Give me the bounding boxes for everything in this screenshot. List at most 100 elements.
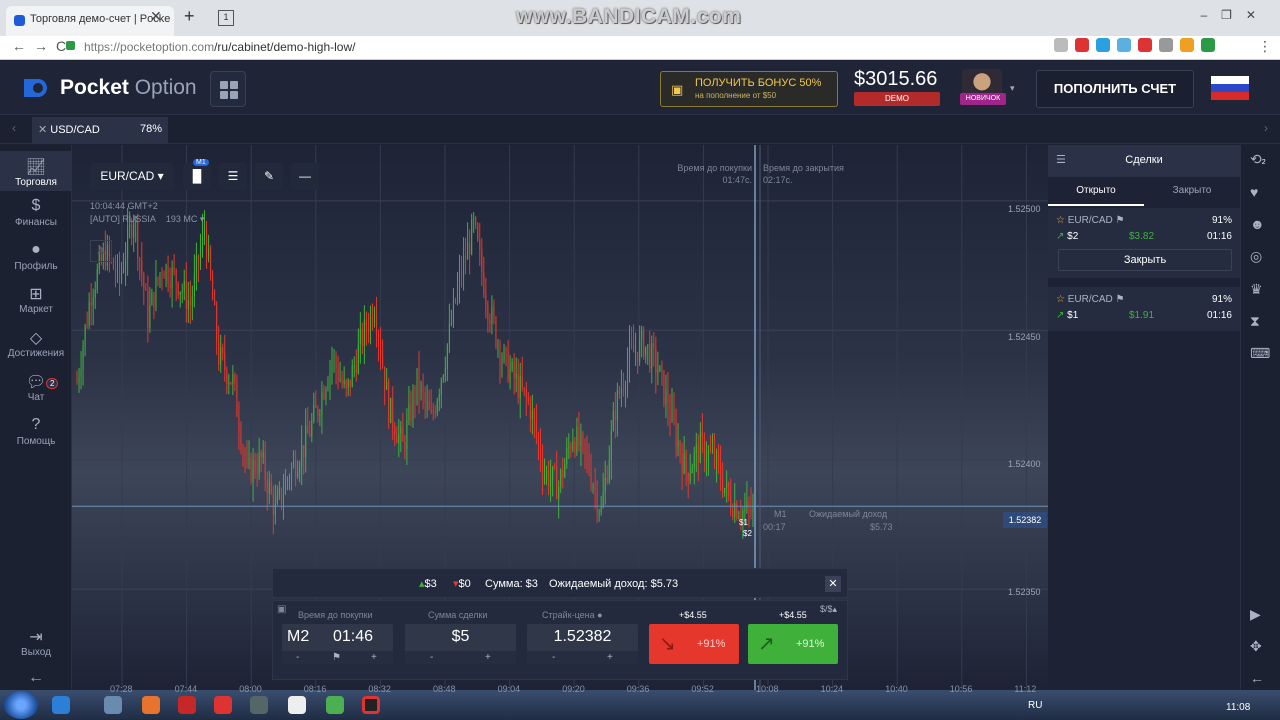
new-tab-icon[interactable]: + xyxy=(184,6,195,27)
sidebar-item-achievements[interactable]: ◇ Достижения xyxy=(0,328,72,359)
candle-body xyxy=(489,319,491,324)
ext-off-icon[interactable] xyxy=(1075,38,1089,52)
app3-icon[interactable] xyxy=(326,696,344,714)
star-icon[interactable] xyxy=(1054,38,1068,52)
auto-scale-button[interactable]: A xyxy=(90,240,112,262)
tab-count-button[interactable]: 1 xyxy=(218,10,234,26)
keyboard-icon[interactable]: ⌨ xyxy=(1250,345,1270,362)
sidebar-item-chat[interactable]: 💬︎ Чат xyxy=(0,372,72,403)
settings-button[interactable]: ☰ xyxy=(219,163,247,190)
ie-icon[interactable] xyxy=(52,696,70,714)
app-icon[interactable] xyxy=(104,696,122,714)
call-button[interactable]: ↗ +91% xyxy=(748,624,838,664)
sidebar-item-market[interactable]: ⊞ Маркет xyxy=(0,284,72,315)
close-icon[interactable]: ✕ xyxy=(825,576,841,592)
hourglass-icon[interactable]: ⧗ xyxy=(1250,313,1260,330)
candle-body xyxy=(224,353,226,370)
users-icon[interactable]: ☻ xyxy=(1250,216,1265,232)
ext-off2-icon[interactable] xyxy=(1138,38,1152,52)
fullscreen-icon[interactable]: ✥ xyxy=(1250,638,1262,655)
apps-grid-button[interactable] xyxy=(210,71,246,107)
plus-icon[interactable]: + xyxy=(485,651,491,664)
plus-icon[interactable]: + xyxy=(371,651,377,664)
balance[interactable]: $3015.66 xyxy=(854,68,937,91)
start-button[interactable] xyxy=(4,691,38,719)
trade-profit: $1.91 xyxy=(1129,310,1155,321)
video-icon[interactable]: ▶ xyxy=(1250,606,1261,623)
sidebar-item-logout[interactable]: ⇥ Выход xyxy=(0,627,72,658)
tab-open[interactable]: Открыто xyxy=(1048,178,1144,206)
bandicam-icon[interactable] xyxy=(362,696,380,714)
url-field[interactable]: https://pocketoption.com/ru/cabinet/demo… xyxy=(84,40,355,54)
candle-body xyxy=(744,508,746,512)
pair-label: EUR/CAD xyxy=(100,169,155,183)
account-type-badge[interactable]: DEMO xyxy=(854,92,940,106)
trophy-icon[interactable]: ♛ xyxy=(1250,281,1263,298)
language-flag-icon[interactable] xyxy=(1211,76,1249,100)
amount-stepper[interactable]: - + xyxy=(405,651,516,664)
flag-icon[interactable]: ⚑ xyxy=(332,651,341,664)
amount-field[interactable]: $5 - + xyxy=(405,624,516,664)
ext-circle-icon[interactable] xyxy=(1159,38,1173,52)
put-button[interactable]: ↘ +91% xyxy=(649,624,739,664)
currency-toggle[interactable]: $/$▴ xyxy=(820,604,837,615)
target-icon[interactable]: ◎ xyxy=(1250,248,1262,265)
chevron-down-icon[interactable]: ▾ xyxy=(1010,83,1015,94)
extension-icons[interactable] xyxy=(1054,38,1215,52)
chevron-right-icon[interactable]: › xyxy=(1264,121,1268,135)
ext-green-icon[interactable] xyxy=(1201,38,1215,52)
tray-clock[interactable]: 11:08 xyxy=(1226,702,1250,713)
close-icon[interactable]: ✕ xyxy=(38,124,47,136)
expand-arrow-icon[interactable]: ← xyxy=(1250,670,1264,686)
plus-icon[interactable]: + xyxy=(607,651,613,664)
sidebar-item-profile[interactable]: ● Профиль xyxy=(0,241,72,272)
bonus-banner[interactable]: ▣ ПОЛУЧИТЬ БОНУС 50% на пополнение от $50 xyxy=(660,71,838,107)
trade-marker[interactable]: $2 xyxy=(743,528,752,540)
minus-icon[interactable]: - xyxy=(552,651,555,664)
summary-down: $0 xyxy=(458,578,471,590)
trades-history-icon[interactable]: ⟲2 xyxy=(1250,151,1266,168)
time-stepper[interactable]: - ⚑ + xyxy=(282,651,393,664)
candle-body xyxy=(165,265,167,279)
strike-field[interactable]: 1.52382 - + xyxy=(527,624,638,664)
firefox-icon[interactable] xyxy=(142,696,160,714)
toggle-dot-icon[interactable]: ● xyxy=(597,610,602,620)
logo[interactable]: Pocket Option xyxy=(60,76,197,100)
drawing-button[interactable]: ✎ xyxy=(255,163,283,190)
pair-selector[interactable]: EUR/CAD ▾ xyxy=(90,163,174,190)
window-controls[interactable]: –❐✕ xyxy=(1201,8,1271,22)
sidebar-item-finance[interactable]: $ Финансы xyxy=(0,197,72,228)
tray-lang[interactable]: RU xyxy=(1028,700,1042,711)
strike-stepper[interactable]: - + xyxy=(527,651,638,664)
trade-card[interactable]: ☆ EUR/CAD ⚑ 91% ↗ $1 $1.91 01:16 xyxy=(1048,287,1240,331)
ext-check-icon[interactable] xyxy=(1096,38,1110,52)
browser-tab[interactable]: Торговля демо-счет | Pocke xyxy=(6,6,174,36)
collapse-arrow-icon[interactable]: ← xyxy=(0,669,72,687)
opera-icon[interactable] xyxy=(178,696,196,714)
ext-sp-icon[interactable] xyxy=(1117,38,1131,52)
sidebar-item-trading[interactable]: 📈︎ Торговля xyxy=(0,151,72,191)
tab-close-icon[interactable]: ✕ xyxy=(150,8,162,25)
list-icon[interactable]: ☰ xyxy=(1056,145,1066,175)
heart-pulse-icon[interactable]: ♥ xyxy=(1250,184,1258,200)
deposit-button[interactable]: ПОПОЛНИТЬ СЧЕТ xyxy=(1036,70,1194,108)
nav-buttons-icon[interactable]: ←→C xyxy=(12,38,74,54)
chevron-left-icon[interactable]: ‹ xyxy=(12,121,16,135)
close-trade-button[interactable]: Закрыть xyxy=(1058,249,1232,271)
yandex-icon[interactable] xyxy=(214,696,232,714)
yandex-browser-icon[interactable] xyxy=(288,696,306,714)
more-button[interactable]: — xyxy=(291,163,319,190)
minus-icon[interactable]: - xyxy=(430,651,433,664)
time-field[interactable]: M2 01:46 - ⚑ + xyxy=(282,624,393,664)
browser-menu-icon[interactable]: ⋮ xyxy=(1258,38,1272,55)
ext-chat-icon[interactable] xyxy=(1180,38,1194,52)
asset-tab[interactable]: ✕ USD/CAD 78% xyxy=(32,117,168,143)
app2-icon[interactable] xyxy=(250,696,268,714)
sidebar-item-help[interactable]: ? Помощь xyxy=(0,416,72,447)
minus-icon[interactable]: - xyxy=(296,651,299,664)
tab-closed[interactable]: Закрыто xyxy=(1144,178,1240,204)
star-icon[interactable]: ☆ xyxy=(1056,215,1065,226)
timeframe-button[interactable]: ▐▌ xyxy=(183,163,211,190)
star-icon[interactable]: ☆ xyxy=(1056,294,1065,305)
collapse-panel-icon[interactable]: ▣ xyxy=(277,604,286,615)
